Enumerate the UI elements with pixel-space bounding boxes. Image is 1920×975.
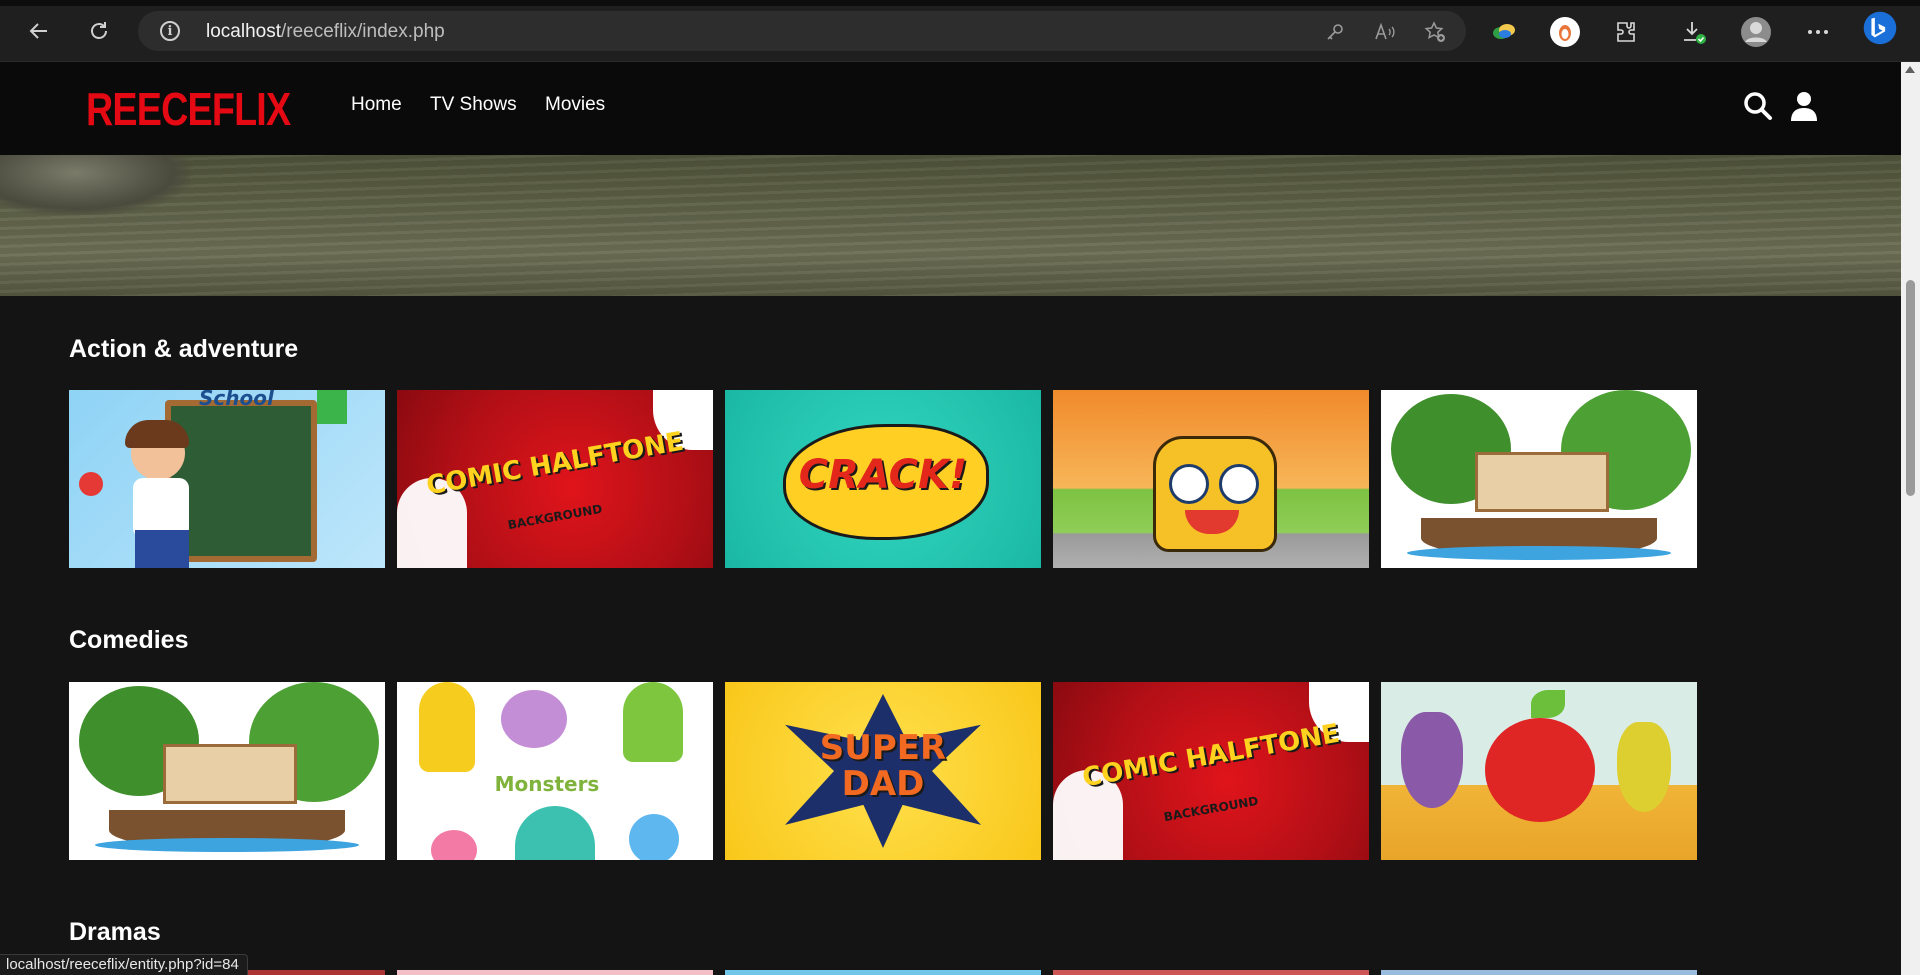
address-bar[interactable]: i localhost/reeceflix/index.php (138, 11, 1466, 51)
preview-thumbnail[interactable]: SUPER DAD (725, 682, 1041, 860)
preview-thumbnail[interactable] (1381, 390, 1697, 568)
site-logo[interactable]: REECEFLIX (86, 82, 291, 136)
category-row-comedies: Monsters SUPER DAD COMIC HALFTONE BACKGR… (69, 682, 1699, 860)
category-title-dramas[interactable]: Dramas (69, 918, 161, 947)
preview-thumbnail[interactable]: COMIC HALFTONE BACKGROUND (397, 390, 713, 568)
grapes-shape (1401, 712, 1463, 808)
category-title-comedies[interactable]: Comedies (69, 626, 188, 655)
boy-shirt-shape (133, 478, 189, 538)
tab-strip (0, 0, 1920, 6)
refresh-icon (91, 22, 107, 39)
refresh-button[interactable] (82, 14, 116, 48)
collections-icon[interactable] (1486, 14, 1522, 50)
nav-tv-shows[interactable]: TV Shows (430, 94, 517, 116)
page-scrollbar[interactable] (1901, 62, 1920, 975)
boy-pants-shape (135, 530, 189, 568)
water-shape (1407, 546, 1671, 560)
back-arrow-icon (29, 23, 47, 39)
teal-monster-shape (515, 806, 595, 860)
preview-thumbnail[interactable] (725, 970, 1041, 975)
browser-toolbar: i localhost/reeceflix/index.php (0, 0, 1920, 62)
pink-monster-shape (431, 830, 477, 860)
wood-sign-shape (163, 744, 297, 804)
preview-thumbnail[interactable]: Monsters (397, 682, 713, 860)
category-row-dramas (69, 970, 1699, 975)
preview-thumbnail[interactable] (1381, 970, 1697, 975)
profile-avatar-icon[interactable] (1738, 14, 1774, 50)
category-row-action: School COMIC HALFTONE BACKGROUND CRACK! (69, 390, 1699, 568)
leaf-shape (1531, 690, 1565, 718)
site-header: REECEFLIX Home TV Shows Movies (0, 62, 1901, 155)
preview-thumbnail[interactable] (397, 970, 713, 975)
thumbnail-text: SUPER DAD (819, 728, 947, 804)
apple-shape (79, 472, 103, 496)
thumbnail-text: CRACK! (798, 452, 968, 498)
bing-chat-icon[interactable] (1862, 10, 1898, 46)
bus-eye-shape (1219, 464, 1259, 504)
wood-sign-shape (1475, 452, 1609, 512)
category-title-action[interactable]: Action & adventure (69, 335, 298, 364)
add-favorite-icon[interactable] (1422, 19, 1448, 45)
key-icon[interactable] (1322, 19, 1348, 45)
more-menu-icon[interactable] (1800, 14, 1836, 50)
user-profile-icon[interactable] (1788, 90, 1820, 122)
nav-movies[interactable]: Movies (545, 94, 605, 116)
water-shape (95, 838, 359, 852)
site-info-icon[interactable]: i (160, 21, 180, 41)
green-monster-shape (623, 682, 683, 762)
link-status-tooltip: localhost/reeceflix/entity.php?id=84 (0, 954, 248, 975)
pear-shape (1617, 722, 1671, 812)
preview-thumbnail[interactable]: COMIC HALFTONE BACKGROUND (1053, 682, 1369, 860)
downloads-icon[interactable] (1676, 14, 1712, 50)
purple-monster-shape (501, 690, 567, 748)
thumbnail-text: Monsters (494, 772, 600, 796)
book-shape (317, 390, 347, 424)
preview-thumbnail[interactable]: CRACK! (725, 390, 1041, 568)
preview-thumbnail[interactable]: School (69, 390, 385, 568)
back-button[interactable] (22, 14, 56, 48)
bus-eye-shape (1169, 464, 1209, 504)
scroll-thumb[interactable] (1906, 280, 1915, 496)
preview-thumbnail[interactable] (1053, 390, 1369, 568)
hero-rock-shape (0, 155, 190, 215)
preview-thumbnail[interactable] (1381, 682, 1697, 860)
extension-profile-icon[interactable] (1547, 14, 1583, 50)
preview-thumbnail[interactable] (69, 682, 385, 860)
read-aloud-icon[interactable] (1372, 19, 1398, 45)
yellow-monster-shape (419, 682, 475, 772)
scroll-up-arrow-icon[interactable] (1905, 66, 1915, 73)
extensions-icon[interactable] (1608, 14, 1644, 50)
apple-character-shape (1485, 718, 1595, 822)
nav-home[interactable]: Home (351, 94, 402, 116)
blue-monster-shape (629, 814, 679, 860)
boy-hair-shape (125, 420, 189, 448)
preview-thumbnail[interactable] (1053, 970, 1369, 975)
hero-preview[interactable] (0, 155, 1901, 296)
search-icon[interactable] (1742, 90, 1774, 122)
url-text[interactable]: localhost/reeceflix/index.php (206, 21, 445, 43)
thumbnail-text: School (199, 390, 274, 410)
